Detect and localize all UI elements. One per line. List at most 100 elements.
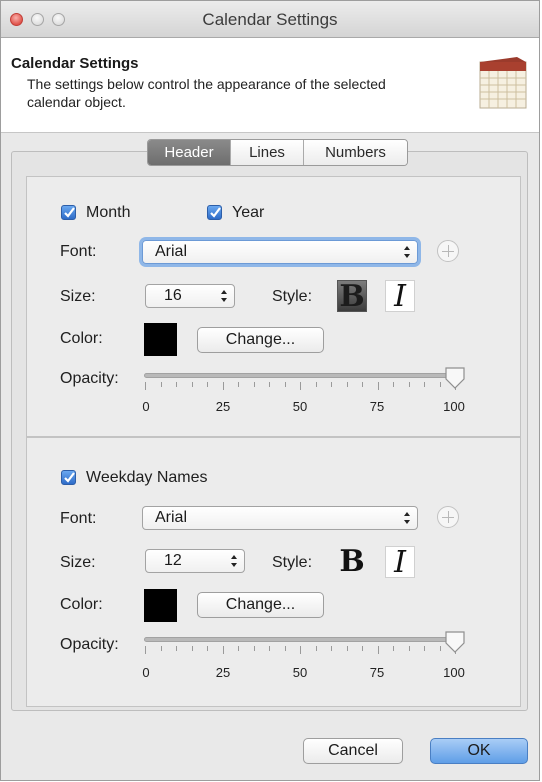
slider-tick bbox=[315, 382, 317, 387]
slider-tick bbox=[207, 382, 208, 387]
slider-tick bbox=[238, 646, 239, 651]
slider-tick bbox=[393, 382, 394, 387]
opacity-slider-track[interactable] bbox=[144, 373, 458, 378]
month-checkbox[interactable] bbox=[61, 205, 76, 220]
slider-tick bbox=[191, 646, 193, 651]
updown-arrows-icon bbox=[221, 290, 227, 302]
slider-tick bbox=[362, 646, 363, 651]
opacity-tick-label: 100 bbox=[443, 399, 465, 414]
size-select-value: 12 bbox=[164, 552, 182, 569]
size-select-value: 16 bbox=[164, 287, 182, 304]
slider-tick bbox=[284, 646, 286, 651]
slider-tick bbox=[362, 382, 363, 387]
size-select[interactable]: 16 bbox=[145, 284, 235, 308]
italic-button[interactable]: I bbox=[385, 280, 415, 313]
year-checkbox[interactable] bbox=[207, 205, 222, 220]
slider-tick bbox=[346, 382, 348, 387]
opacity-label: Opacity: bbox=[60, 636, 119, 653]
checkmark-icon bbox=[64, 207, 75, 218]
color-label: Color: bbox=[60, 330, 103, 347]
opacity-ticks bbox=[145, 382, 456, 390]
slider-tick bbox=[238, 382, 239, 387]
color-label: Color: bbox=[60, 596, 103, 613]
title-bar: Calendar Settings bbox=[1, 1, 539, 38]
color-swatch[interactable] bbox=[144, 589, 177, 622]
header-title: Calendar Settings bbox=[11, 55, 139, 72]
tab-header[interactable]: Header bbox=[148, 140, 231, 165]
tab-lines[interactable]: Lines bbox=[231, 140, 304, 165]
year-label: Year bbox=[232, 204, 265, 221]
tab-numbers[interactable]: Numbers bbox=[304, 140, 407, 165]
header-description: The settings below control the appearanc… bbox=[27, 76, 386, 110]
bold-button[interactable]: B bbox=[337, 546, 367, 578]
slider-tick bbox=[377, 382, 379, 390]
font-label: Font: bbox=[60, 243, 97, 260]
slider-tick bbox=[393, 646, 394, 651]
size-select[interactable]: 12 bbox=[145, 549, 245, 573]
opacity-tick-label: 50 bbox=[292, 665, 308, 680]
slider-tick bbox=[176, 382, 177, 387]
italic-button[interactable]: I bbox=[385, 546, 415, 579]
crosshair-icon[interactable] bbox=[437, 240, 459, 262]
opacity-tick-label: 25 bbox=[215, 399, 231, 414]
slider-tick bbox=[439, 646, 441, 651]
slider-tick bbox=[191, 382, 193, 387]
month-label: Month bbox=[86, 204, 131, 221]
slider-tick bbox=[424, 382, 425, 387]
cancel-button[interactable]: Cancel bbox=[303, 738, 403, 764]
opacity-tick-label: 50 bbox=[292, 399, 308, 414]
font-select[interactable]: Arial bbox=[142, 240, 418, 264]
updown-arrows-icon bbox=[231, 555, 237, 567]
color-swatch[interactable] bbox=[144, 323, 177, 356]
opacity-label: Opacity: bbox=[60, 370, 119, 387]
change-color-button[interactable]: Change... bbox=[197, 592, 324, 618]
slider-tick bbox=[331, 646, 332, 651]
slider-tick bbox=[160, 382, 162, 387]
opacity-slider-knob[interactable] bbox=[444, 366, 466, 390]
slider-tick bbox=[315, 646, 317, 651]
opacity-tick-label: 100 bbox=[443, 665, 465, 680]
checkmark-icon bbox=[64, 472, 75, 483]
opacity-tick-label: 75 bbox=[369, 399, 385, 414]
bold-button[interactable]: B bbox=[337, 280, 367, 313]
tab-bar: Header Lines Numbers bbox=[147, 139, 408, 166]
slider-tick bbox=[269, 646, 270, 651]
weekday-names-checkbox[interactable] bbox=[61, 470, 76, 485]
opacity-tick-label: 0 bbox=[142, 665, 150, 680]
updown-arrows-icon bbox=[404, 246, 410, 258]
dialog-header: Calendar Settings The settings below con… bbox=[1, 38, 539, 133]
updown-arrows-icon bbox=[404, 512, 410, 524]
size-label: Size: bbox=[60, 554, 96, 571]
slider-tick bbox=[269, 382, 270, 387]
opacity-tick-label: 25 bbox=[215, 665, 231, 680]
slider-tick bbox=[408, 382, 410, 387]
slider-tick bbox=[284, 382, 286, 387]
opacity-tick-label: 0 bbox=[142, 399, 150, 414]
change-color-button[interactable]: Change... bbox=[197, 327, 324, 353]
font-select-value: Arial bbox=[155, 509, 188, 526]
style-label: Style: bbox=[272, 288, 313, 305]
checkmark-icon bbox=[210, 207, 221, 218]
slider-tick bbox=[377, 646, 379, 654]
slider-tick bbox=[253, 646, 255, 651]
window-title: Calendar Settings bbox=[202, 10, 338, 29]
slider-tick bbox=[439, 382, 441, 387]
opacity-slider-track[interactable] bbox=[144, 637, 458, 642]
weekday-names-label: Weekday Names bbox=[86, 469, 208, 486]
slider-tick bbox=[145, 382, 146, 390]
slider-tick bbox=[222, 646, 224, 654]
font-label: Font: bbox=[60, 510, 97, 527]
crosshair-icon[interactable] bbox=[437, 506, 459, 528]
ok-button[interactable]: OK bbox=[430, 738, 528, 764]
size-label: Size: bbox=[60, 288, 96, 305]
slider-tick bbox=[346, 646, 348, 651]
slider-tick bbox=[145, 646, 146, 654]
slider-tick bbox=[424, 646, 425, 651]
opacity-slider-knob[interactable] bbox=[444, 630, 466, 654]
opacity-ticks bbox=[145, 646, 456, 654]
slider-tick bbox=[331, 382, 332, 387]
slider-tick bbox=[300, 382, 301, 390]
slider-tick bbox=[408, 646, 410, 651]
font-select[interactable]: Arial bbox=[142, 506, 418, 530]
font-select-value: Arial bbox=[155, 243, 188, 260]
